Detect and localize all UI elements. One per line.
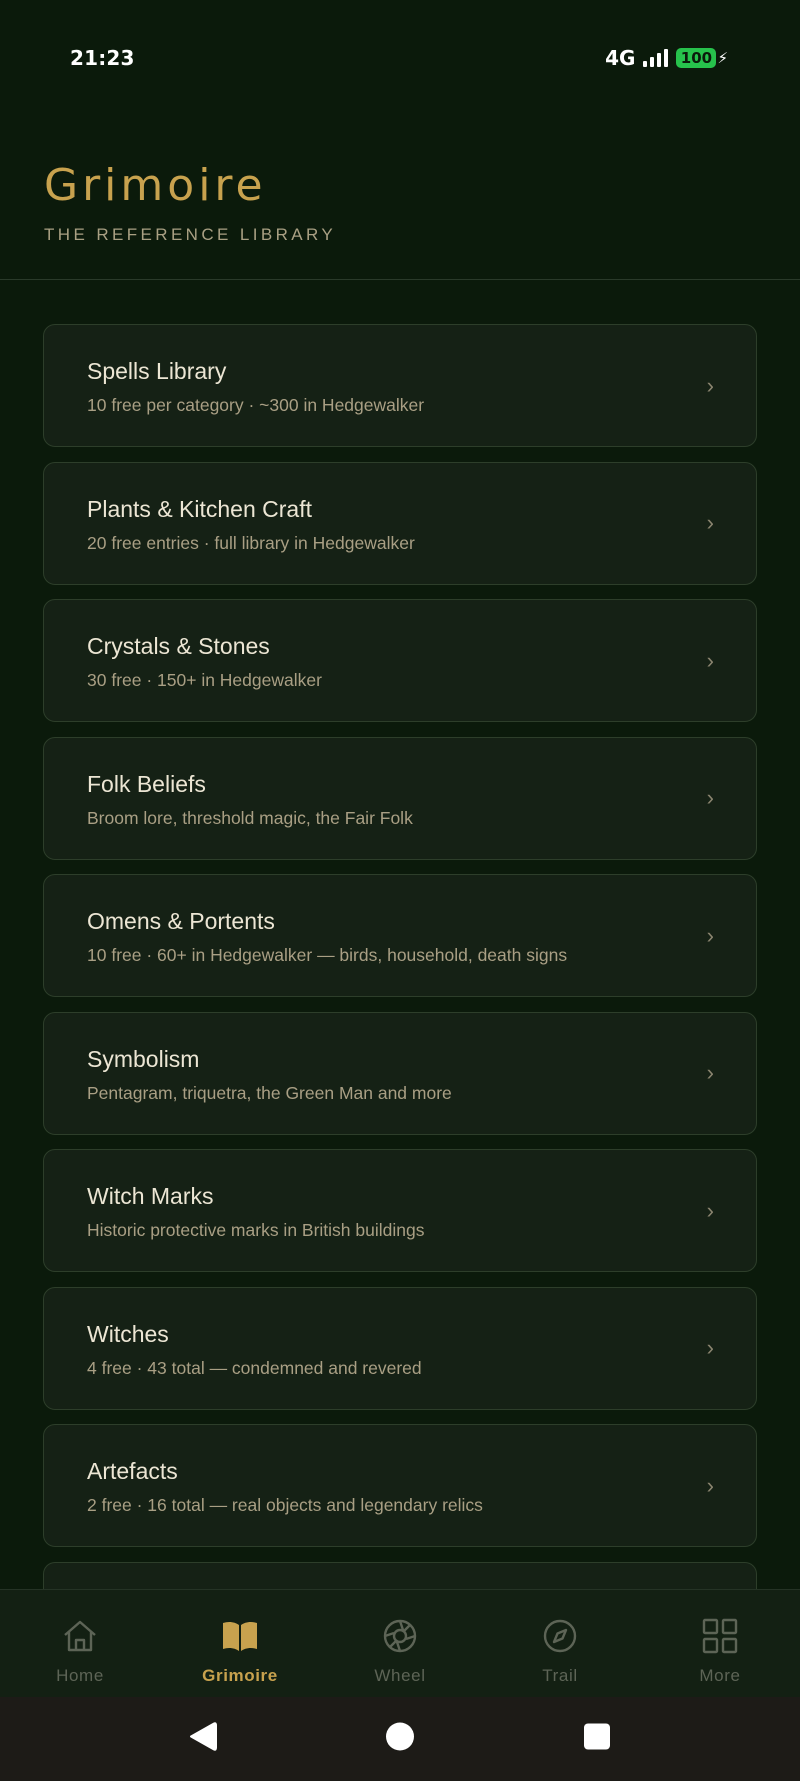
item-description: 4 free · 43 total — condemned and revere… (87, 1357, 422, 1378)
item-title: Witch Marks (87, 1183, 214, 1209)
list-item-symbolism[interactable]: Symbolism Pentagram, triquetra, the Gree… (43, 1011, 757, 1135)
bottom-navigation: Home Grimoire Wheel Trail More (0, 1589, 800, 1697)
status-bar: 21:23 4G 100 ⚡ (0, 0, 800, 110)
chevron-right-icon: › (706, 1197, 714, 1223)
chevron-right-icon: › (706, 1060, 714, 1085)
book-icon (220, 1616, 260, 1656)
nav-label-grimoire: Grimoire (202, 1666, 278, 1685)
nav-label-trail: Trail (542, 1666, 578, 1685)
item-title: Symbolism (87, 1045, 200, 1072)
chevron-right-icon: › (706, 372, 714, 398)
status-indicators: 4G 100 ⚡ (605, 46, 728, 70)
item-title: Folk Beliefs (87, 770, 206, 797)
grid-icon (700, 1616, 740, 1656)
chevron-right-icon: › (706, 785, 714, 810)
nav-trail[interactable]: Trail (480, 1590, 640, 1697)
item-description: Broom lore, threshold magic, the Fair Fo… (87, 807, 413, 828)
chevron-right-icon: › (706, 647, 714, 673)
item-description: 30 free · 150+ in Hedgewalker (87, 670, 322, 690)
back-icon[interactable] (188, 1721, 218, 1758)
item-title: Artefacts (87, 1458, 178, 1484)
nav-label-more: More (699, 1666, 741, 1685)
page-title: Grimoire (44, 160, 267, 211)
battery-level: 100 (676, 48, 717, 68)
list-item-plants-kitchen-craft[interactable]: Plants & Kitchen Craft 20 free entries ·… (43, 461, 757, 585)
item-title: Crystals & Stones (87, 633, 270, 659)
nav-home[interactable]: Home (0, 1590, 160, 1697)
item-description: Historic protective marks in British bui… (87, 1220, 425, 1240)
header-divider (0, 279, 800, 280)
network-type: 4G (605, 46, 636, 70)
compass-icon (540, 1616, 580, 1656)
app-screen: 21:23 4G 100 ⚡ Grimoire THE REFERENCE LI… (0, 0, 800, 1781)
list-item-crystals-stones[interactable]: Crystals & Stones 30 free · 150+ in Hedg… (43, 599, 757, 722)
library-list: Spells Library 10 free per category · ~3… (43, 324, 757, 1602)
chevron-right-icon: › (706, 1335, 714, 1360)
home-circle-icon[interactable] (385, 1722, 415, 1757)
status-time: 21:23 (70, 46, 135, 70)
home-icon (60, 1616, 100, 1656)
battery-icon: 100 ⚡ (676, 48, 728, 68)
item-title: Omens & Portents (87, 908, 275, 934)
list-item-spells-library[interactable]: Spells Library 10 free per category · ~3… (43, 324, 757, 447)
chevron-right-icon: › (706, 922, 714, 948)
page-subtitle: THE REFERENCE LIBRARY (44, 225, 337, 244)
item-title: Witches (87, 1320, 169, 1347)
item-title: Spells Library (87, 358, 227, 384)
list-item-witch-marks[interactable]: Witch Marks Historic protective marks in… (43, 1149, 757, 1272)
wheel-icon (380, 1616, 420, 1656)
list-item-witches[interactable]: Witches 4 free · 43 total — condemned an… (43, 1286, 757, 1410)
item-description: 2 free · 16 total — real objects and leg… (87, 1495, 483, 1515)
chevron-right-icon: › (706, 1472, 714, 1498)
item-title: Plants & Kitchen Craft (87, 495, 312, 522)
nav-label-home: Home (56, 1666, 104, 1685)
nav-more[interactable]: More (640, 1590, 800, 1697)
signal-icon (643, 49, 669, 67)
item-description: 20 free entries · full library in Hedgew… (87, 532, 415, 553)
item-description: 10 free per category · ~300 in Hedgewalk… (87, 395, 425, 415)
recents-icon[interactable] (583, 1723, 611, 1756)
nav-label-wheel: Wheel (374, 1666, 426, 1685)
item-description: Pentagram, triquetra, the Green Man and … (87, 1082, 452, 1103)
list-item-artefacts[interactable]: Artefacts 2 free · 16 total — real objec… (43, 1424, 757, 1547)
chevron-right-icon: › (706, 510, 714, 535)
item-description: 10 free · 60+ in Hedgewalker — birds, ho… (87, 945, 568, 965)
list-item-folk-beliefs[interactable]: Folk Beliefs Broom lore, threshold magic… (43, 736, 757, 860)
list-item-omens-portents[interactable]: Omens & Portents 10 free · 60+ in Hedgew… (43, 874, 757, 997)
nav-grimoire[interactable]: Grimoire (160, 1590, 320, 1697)
system-navigation-bar (0, 1697, 800, 1781)
page-header: Grimoire THE REFERENCE LIBRARY (0, 160, 800, 245)
charging-icon: ⚡ (717, 49, 728, 67)
nav-wheel[interactable]: Wheel (320, 1590, 480, 1697)
